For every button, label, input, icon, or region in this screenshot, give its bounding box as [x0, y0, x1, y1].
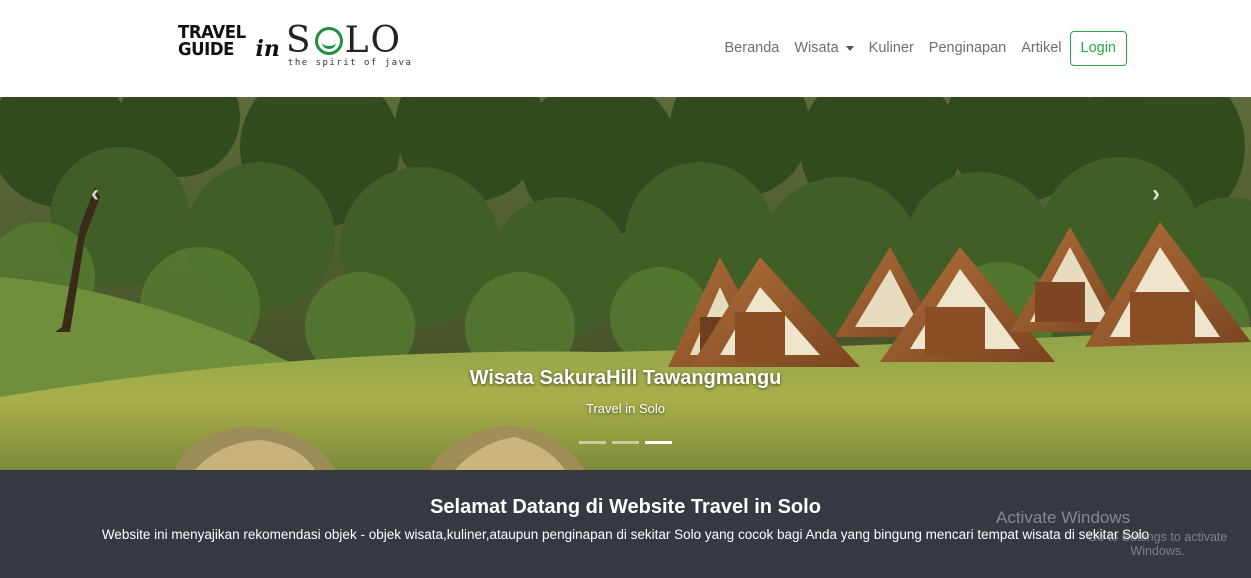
brand-travel-guide: TRAVEL GUIDE [178, 24, 246, 60]
nav-wisata-label: Wisata [794, 40, 839, 56]
carousel-indicators [0, 441, 1251, 444]
carousel-prev-control[interactable]: ‹ [80, 179, 110, 209]
nav-kuliner[interactable]: Kuliner [869, 40, 914, 56]
chevron-right-icon: › [1152, 180, 1160, 207]
carousel-subtitle: Travel in Solo [586, 401, 665, 416]
login-button[interactable]: Login [1069, 30, 1127, 66]
carousel-caption: Wisata SakuraHill Tawangmangu Travel in … [0, 365, 1251, 416]
carousel-indicator-1[interactable] [579, 441, 606, 444]
caret-down-icon [845, 45, 854, 51]
hero-carousel: ‹ › Wisata SakuraHill Tawangmangu Travel… [0, 97, 1251, 470]
brand-line2: GUIDE [178, 39, 234, 60]
solo-swirl-icon [314, 27, 343, 55]
carousel-title: Wisata SakuraHill Tawangmangu [469, 367, 782, 389]
brand-solo: S LO the spirit of java [285, 20, 411, 69]
welcome-section: Selamat Datang di Website Travel in Solo… [0, 470, 1251, 578]
navbar: TRAVEL GUIDE in S LO the spirit of java … [0, 0, 1251, 97]
nav-beranda[interactable]: Beranda [725, 40, 780, 56]
carousel-indicator-2[interactable] [612, 441, 639, 444]
brand-solo-lo: LO [344, 20, 402, 61]
nav-wisata-dropdown[interactable]: Wisata [794, 40, 854, 56]
nav-penginapan[interactable]: Penginapan [929, 40, 1006, 56]
brand-logo[interactable]: TRAVEL GUIDE in S LO the spirit of java [178, 20, 411, 74]
brand-solo-s: S [285, 20, 313, 61]
brand-in: in [255, 36, 280, 62]
activate-windows-subtitle: Go to Settings to activate Windows. [1087, 530, 1228, 558]
nav-artikel[interactable]: Artikel [1021, 40, 1061, 56]
main-nav: Beranda Wisata Kuliner Penginapan Artike… [710, 30, 1127, 66]
chevron-left-icon: ‹ [91, 180, 99, 207]
carousel-indicator-3[interactable] [645, 441, 672, 444]
activate-windows-title: Activate Windows [996, 508, 1131, 527]
carousel-next-control[interactable]: › [1141, 179, 1171, 209]
brand-tagline: the spirit of java [287, 58, 413, 68]
